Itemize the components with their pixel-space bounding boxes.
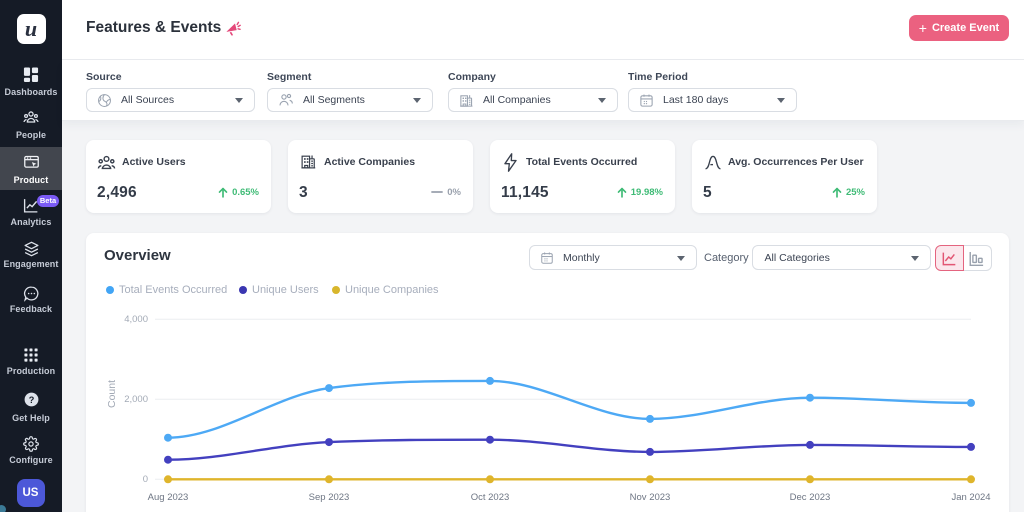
svg-text:?: ? xyxy=(28,395,34,405)
